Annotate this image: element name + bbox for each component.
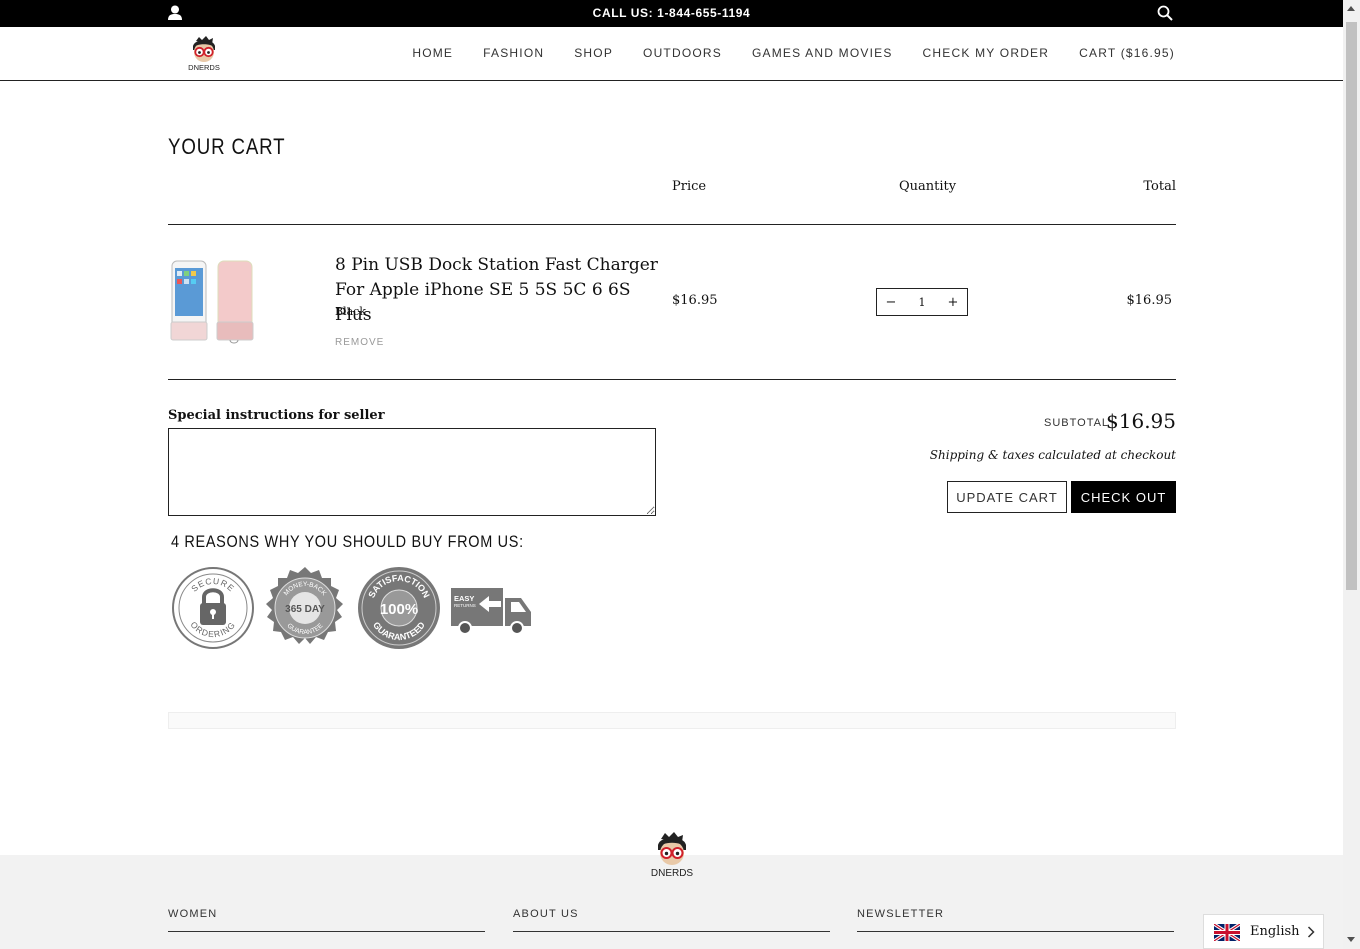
- special-instructions-input[interactable]: [168, 428, 656, 516]
- main-nav: HOME FASHION SHOP OUTDOORS GAMES AND MOV…: [382, 46, 1175, 60]
- product-image[interactable]: [168, 258, 258, 344]
- satisfaction-guaranteed-badge: 100% SATISFACTION GUARANTEED: [358, 567, 440, 649]
- uk-flag-icon: [1214, 924, 1240, 941]
- nav-outdoors[interactable]: OUTDOORS: [643, 46, 722, 60]
- scroll-up-icon[interactable]: [1347, 6, 1355, 11]
- footer-heading-newsletter[interactable]: NEWSLETTER: [857, 908, 944, 920]
- checkout-button[interactable]: CHECK OUT: [1071, 481, 1176, 513]
- column-header-price: Price: [672, 179, 707, 194]
- column-header-total: Total: [1143, 179, 1176, 194]
- remove-item-link[interactable]: REMOVE: [335, 337, 384, 348]
- special-instructions-label: Special instructions for seller: [168, 408, 385, 423]
- nav-games-and-movies[interactable]: GAMES AND MOVIES: [752, 46, 893, 60]
- search-icon[interactable]: [1157, 5, 1173, 21]
- reasons-heading: 4 REASONS WHY YOU SHOULD BUY FROM US:: [171, 532, 524, 551]
- quantity-input[interactable]: 1: [905, 296, 939, 309]
- subtotal-amount: $16.95: [1106, 409, 1176, 433]
- product-title[interactable]: 8 Pin USB Dock Station Fast Charger For …: [335, 253, 665, 328]
- subtotal-label: SUBTOTAL: [1044, 417, 1110, 429]
- svg-text:DNERDS: DNERDS: [651, 868, 694, 879]
- site-logo[interactable]: DNERDS: [184, 35, 224, 73]
- scrollbar-thumb[interactable]: [1346, 22, 1357, 590]
- cart-divider-bottom: [168, 379, 1176, 380]
- footer-heading-about-us[interactable]: ABOUT US: [513, 908, 579, 920]
- svg-text:RETURNS: RETURNS: [454, 603, 476, 608]
- quantity-increase-button[interactable]: +: [939, 295, 967, 310]
- shipping-note: Shipping & taxes calculated at checkout: [929, 448, 1176, 462]
- line-item-total: $16.95: [1126, 293, 1173, 308]
- svg-text:DNERDS: DNERDS: [188, 63, 220, 72]
- update-cart-button[interactable]: UPDATE CART: [947, 481, 1067, 513]
- page-title: YOUR CART: [168, 134, 286, 159]
- column-header-quantity: Quantity: [899, 179, 957, 194]
- product-variant: Black: [335, 305, 366, 318]
- announcement-bar: CALL US: 1-844-655-1194: [0, 0, 1343, 27]
- content-strip: [168, 712, 1176, 729]
- scroll-down-icon[interactable]: [1347, 937, 1355, 942]
- nav-check-my-order[interactable]: CHECK MY ORDER: [923, 46, 1050, 60]
- nav-cart[interactable]: CART ($16.95): [1079, 46, 1175, 60]
- footer-divider: [857, 931, 1174, 932]
- nav-home[interactable]: HOME: [412, 46, 453, 60]
- secure-ordering-badge: SECURE ORDERING: [172, 567, 254, 649]
- svg-text:EASY: EASY: [454, 594, 474, 603]
- nav-shop[interactable]: SHOP: [574, 46, 613, 60]
- nav-fashion[interactable]: FASHION: [483, 46, 544, 60]
- language-selector[interactable]: English: [1203, 914, 1324, 949]
- page-scrollbar[interactable]: [1343, 0, 1360, 949]
- money-back-guarantee-badge: 365 DAY MONEY-BACK GUARANTEE: [266, 567, 343, 644]
- site-header: DNERDS HOME FASHION SHOP OUTDOORS GAMES …: [0, 27, 1343, 81]
- footer-logo[interactable]: DNERDS: [647, 831, 697, 879]
- svg-text:365 DAY: 365 DAY: [285, 604, 325, 615]
- quantity-decrease-button[interactable]: −: [877, 295, 905, 310]
- chevron-right-icon: [1307, 926, 1315, 938]
- product-price: $16.95: [672, 293, 718, 308]
- cart-divider-top: [168, 224, 1176, 225]
- call-us-text: CALL US: 1-844-655-1194: [592, 6, 751, 20]
- footer-heading-women[interactable]: WOMEN: [168, 908, 217, 920]
- footer-divider: [513, 931, 830, 932]
- language-label: English: [1250, 924, 1300, 939]
- quantity-stepper: − 1 +: [876, 288, 968, 316]
- svg-text:100%: 100%: [380, 601, 418, 618]
- easy-returns-badge: EASY RETURNS: [451, 588, 531, 635]
- footer-divider: [168, 931, 485, 932]
